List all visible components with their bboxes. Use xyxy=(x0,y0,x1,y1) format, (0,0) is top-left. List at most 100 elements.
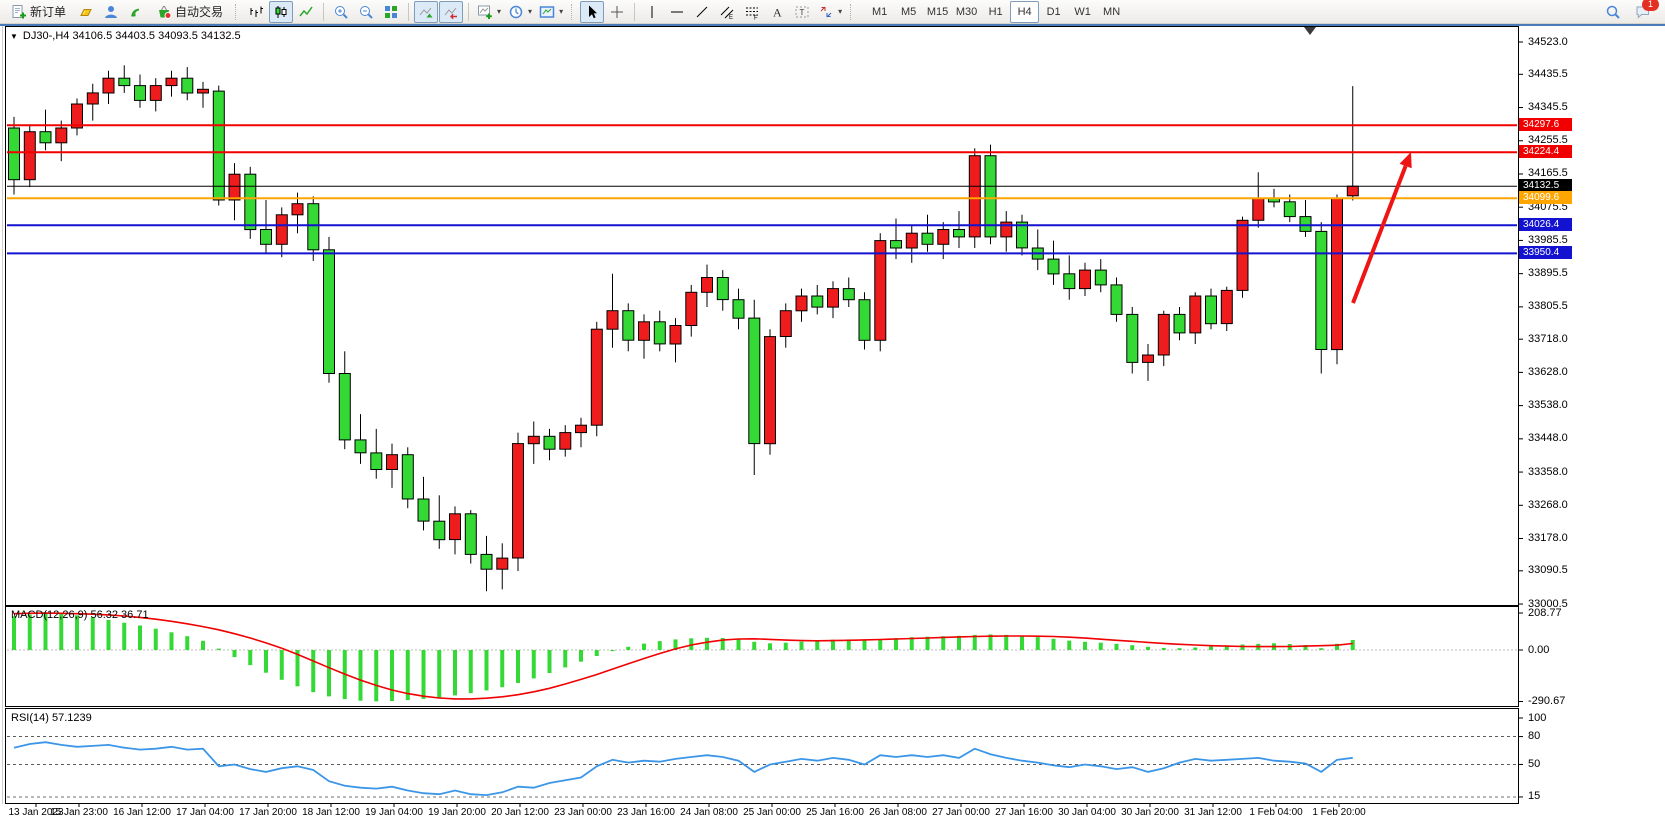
trendline-tool-button[interactable] xyxy=(690,1,714,23)
template-icon xyxy=(539,4,555,20)
time-axis-label: 20 Jan 12:00 xyxy=(491,807,549,818)
macd-axis-label: 208.77 xyxy=(1528,607,1562,619)
price-axis-label: 33985.5 xyxy=(1528,234,1568,246)
timeframe-button-m15[interactable]: M15 xyxy=(923,1,952,23)
zoom-in-button[interactable] xyxy=(329,1,353,23)
cursor-tool-button[interactable] xyxy=(580,1,604,23)
gold-button[interactable] xyxy=(74,1,98,23)
text-label-tool-button[interactable]: T xyxy=(790,1,814,23)
horizontal-line-tool-button[interactable] xyxy=(665,1,689,23)
text-tool-button[interactable]: A xyxy=(765,1,789,23)
signals-button[interactable] xyxy=(124,1,148,23)
vertical-line-tool-button[interactable] xyxy=(640,1,664,23)
vertical-line-icon xyxy=(644,4,660,20)
line-chart-button[interactable] xyxy=(294,1,318,23)
time-axis-label: 26 Jan 08:00 xyxy=(869,807,927,818)
price-tag: 34026.4 xyxy=(1519,218,1572,231)
chart-shift-icon xyxy=(443,4,459,20)
time-axis-label: 25 Jan 16:00 xyxy=(806,807,864,818)
search-icon xyxy=(1605,4,1621,20)
time-axis-label: 17 Jan 20:00 xyxy=(239,807,297,818)
price-tag: 34297.6 xyxy=(1519,118,1572,131)
gold-ingot-icon xyxy=(78,4,94,20)
auto-trading-button[interactable]: 自动交易 xyxy=(149,1,230,23)
text-label-icon: T xyxy=(794,4,810,20)
crosshair-tool-button[interactable] xyxy=(605,1,629,23)
zoom-out-icon xyxy=(358,4,374,20)
time-axis-label: 19 Jan 20:00 xyxy=(428,807,486,818)
timeframe-button-w1[interactable]: W1 xyxy=(1068,1,1097,23)
time-axis-label: 23 Jan 00:00 xyxy=(554,807,612,818)
rsi-axis-label: 50 xyxy=(1528,758,1540,770)
time-axis-label: 27 Jan 16:00 xyxy=(995,807,1053,818)
rsi-axis-label: 15 xyxy=(1528,790,1540,802)
cursor-arrow-icon xyxy=(584,4,600,20)
time-axis-label: 15 Jan 23:00 xyxy=(50,807,108,818)
equidistant-channel-icon: E xyxy=(719,4,735,20)
toolbar-separator xyxy=(323,3,324,21)
timeframe-button-h1[interactable]: H1 xyxy=(981,1,1010,23)
price-axis-label: 33538.0 xyxy=(1528,399,1568,411)
timeframe-button-d1[interactable]: D1 xyxy=(1039,1,1068,23)
bar-chart-icon xyxy=(248,4,264,20)
toolbar-grip xyxy=(850,4,854,20)
add-indicator-button[interactable]: ▾ xyxy=(474,1,504,23)
price-axis-label: 34075.5 xyxy=(1528,201,1568,213)
price-axis-label: 33000.5 xyxy=(1528,598,1568,610)
template-button[interactable]: ▾ xyxy=(536,1,566,23)
time-axis-label: 19 Jan 04:00 xyxy=(365,807,423,818)
auto-scroll-button[interactable] xyxy=(414,1,438,23)
time-axis-label: 1 Feb 04:00 xyxy=(1249,807,1302,818)
price-axis-label: 33448.0 xyxy=(1528,432,1568,444)
time-axis-label: 25 Jan 00:00 xyxy=(743,807,801,818)
chart-shift-button[interactable] xyxy=(439,1,463,23)
price-axis-label: 33358.0 xyxy=(1528,466,1568,478)
notifications-button[interactable]: 1 xyxy=(1631,1,1655,23)
zoom-out-button[interactable] xyxy=(354,1,378,23)
accounts-button[interactable] xyxy=(99,1,123,23)
line-chart-icon xyxy=(298,4,314,20)
tile-windows-button[interactable] xyxy=(379,1,403,23)
timeframe-button-h4[interactable]: H4 xyxy=(1010,1,1039,23)
mt4-trading-window: 新订单 自动交易 xyxy=(0,0,1665,835)
price-axis-label: 33718.0 xyxy=(1528,333,1568,345)
price-axis-label: 33628.0 xyxy=(1528,366,1568,378)
clock-icon xyxy=(508,4,524,20)
price-tag: 33950.4 xyxy=(1519,246,1572,259)
search-button[interactable] xyxy=(1601,1,1625,23)
price-axis-label: 33805.5 xyxy=(1528,300,1568,312)
bar-chart-button[interactable] xyxy=(244,1,268,23)
arrows-tool-button[interactable]: ▾ xyxy=(815,1,845,23)
dropdown-caret-icon: ▾ xyxy=(559,7,563,16)
price-tag: 34132.5 xyxy=(1519,179,1572,192)
add-indicator-icon xyxy=(477,4,493,20)
price-tag: 34224.4 xyxy=(1519,145,1572,158)
time-axis-label: 30 Jan 04:00 xyxy=(1058,807,1116,818)
timeframe-button-m1[interactable]: M1 xyxy=(865,1,894,23)
price-tag: 34099.6 xyxy=(1519,191,1572,204)
timeframe-button-m30[interactable]: M30 xyxy=(952,1,981,23)
rsi-axis-label: 100 xyxy=(1528,712,1546,724)
toolbar-right-group: 1 xyxy=(1601,1,1661,23)
main-chart-panel[interactable] xyxy=(5,26,1519,606)
rsi-indicator-panel[interactable] xyxy=(5,708,1519,804)
timeframe-button-m5[interactable]: M5 xyxy=(894,1,923,23)
candlestick-chart-button[interactable] xyxy=(269,1,293,23)
price-axis-label: 34435.5 xyxy=(1528,68,1568,80)
periods-button[interactable]: ▾ xyxy=(505,1,535,23)
time-axis-label: 18 Jan 12:00 xyxy=(302,807,360,818)
crosshair-icon xyxy=(609,4,625,20)
arrow-objects-icon xyxy=(818,4,834,20)
window-frame-edge xyxy=(2,26,3,804)
account-person-icon xyxy=(103,4,119,20)
time-axis-label: 16 Jan 12:00 xyxy=(113,807,171,818)
timeframe-button-mn[interactable]: MN xyxy=(1097,1,1126,23)
time-axis-label: 31 Jan 12:00 xyxy=(1184,807,1242,818)
new-order-label: 新订单 xyxy=(30,3,66,20)
macd-indicator-panel[interactable] xyxy=(5,606,1519,707)
svg-text:F: F xyxy=(754,15,758,20)
channel-tool-button[interactable]: E xyxy=(715,1,739,23)
symbol-dropdown-icon[interactable]: ▼ xyxy=(10,32,18,41)
new-order-button[interactable]: 新订单 xyxy=(4,1,73,23)
fibonacci-tool-button[interactable]: F xyxy=(740,1,764,23)
